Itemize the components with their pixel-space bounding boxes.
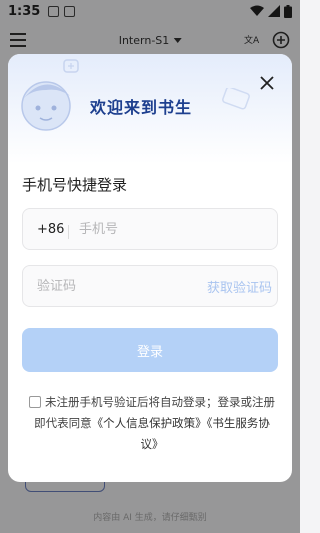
close-icon — [260, 76, 274, 90]
login-modal: 欢迎来到书生 手机号快捷登录 +86 获取验证码 登录 未注册手机号验证后将自动… — [8, 54, 292, 482]
verification-code-input[interactable] — [23, 266, 207, 306]
get-code-button[interactable]: 获取验证码 — [207, 277, 286, 296]
code-field: 获取验证码 — [22, 265, 278, 307]
modal-header: 欢迎来到书生 — [8, 54, 292, 164]
login-button[interactable]: 登录 — [22, 328, 278, 372]
phone-input[interactable] — [79, 209, 277, 249]
country-code[interactable]: +86 — [23, 222, 79, 239]
agreement-checkbox[interactable] — [29, 396, 41, 408]
mascot-illustration — [21, 59, 79, 131]
phone-field: +86 — [22, 208, 278, 250]
login-method-title: 手机号快捷登录 — [22, 176, 128, 194]
modal-title: 欢迎来到书生 — [90, 98, 193, 117]
chat-bubble-decoration-icon — [222, 88, 250, 110]
privacy-policy-link[interactable]: 《个人信息保护政策》 — [92, 416, 207, 430]
agreement-text: 未注册手机号验证后将自动登录；登录或注册即代表同意《个人信息保护政策》《书生服务… — [26, 392, 278, 455]
close-button[interactable] — [256, 72, 278, 94]
